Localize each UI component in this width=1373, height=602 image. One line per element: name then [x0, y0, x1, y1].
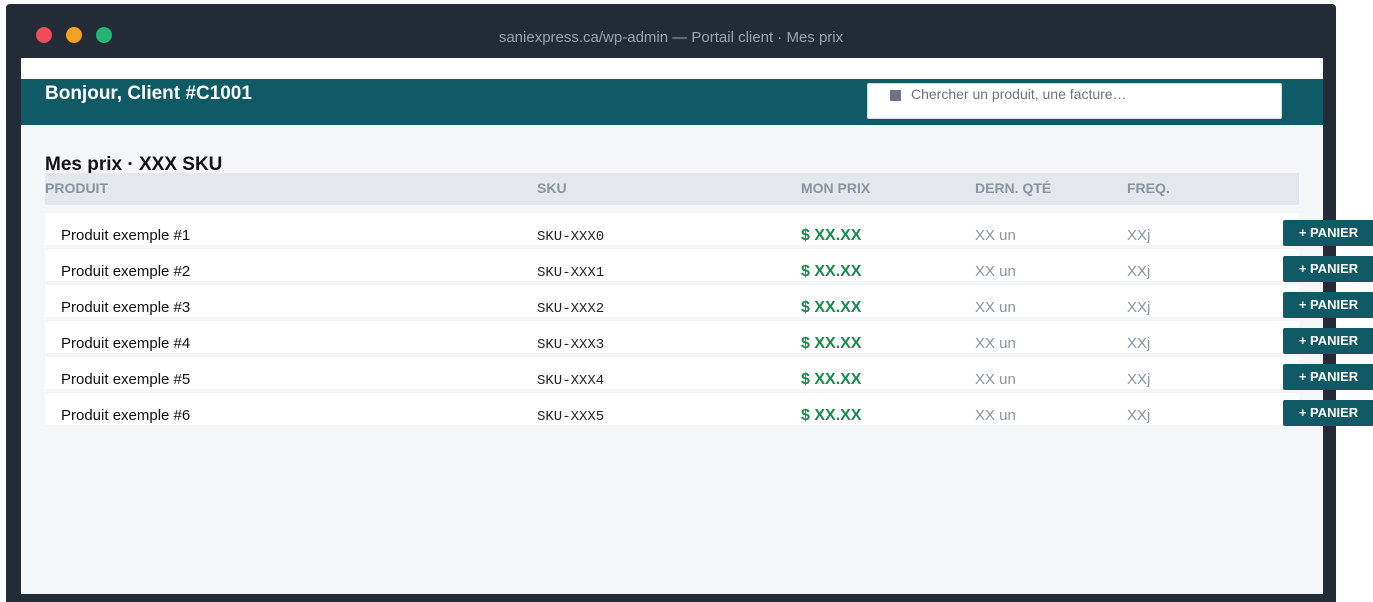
- search-input[interactable]: Chercher un produit, une facture…: [867, 83, 1282, 119]
- last-quantity: XX un: [975, 407, 1016, 424]
- product-sku: SKU-XXX1: [537, 265, 605, 281]
- product-sku: SKU-XXX5: [537, 409, 605, 425]
- add-to-cart-button[interactable]: + PANIER: [1283, 292, 1373, 318]
- last-quantity: XX un: [975, 371, 1016, 388]
- product-price: $ XX.XX: [801, 371, 862, 388]
- last-quantity: XX un: [975, 335, 1016, 352]
- add-to-cart-button[interactable]: + PANIER: [1283, 256, 1373, 282]
- product-price: $ XX.XX: [801, 407, 862, 424]
- product-name: Produit exemple #4: [61, 335, 191, 352]
- order-frequency: XXj: [1127, 407, 1151, 424]
- product-sku: SKU-XXX3: [537, 337, 605, 353]
- product-price: $ XX.XX: [801, 335, 862, 352]
- product-price: $ XX.XX: [801, 227, 862, 244]
- table-row: Produit exemple #2 SKU-XXX1 $ XX.XX XX u…: [45, 249, 1299, 281]
- search-icon: [890, 90, 901, 101]
- product-name: Produit exemple #6: [61, 407, 191, 424]
- window-title: saniexpress.ca/wp-admin — Portail client…: [498, 29, 844, 46]
- product-price: $ XX.XX: [801, 263, 862, 280]
- column-header-last-qty: DERN. QTÉ: [975, 180, 1052, 196]
- last-quantity: XX un: [975, 299, 1016, 316]
- product-name: Produit exemple #1: [61, 227, 191, 244]
- search-placeholder: Chercher un produit, une facture…: [911, 86, 1127, 102]
- table-row: Produit exemple #3 SKU-XXX2 $ XX.XX XX u…: [45, 285, 1299, 317]
- product-price: $ XX.XX: [801, 299, 862, 316]
- page-viewport: Bonjour, Client #C1001 Chercher un produ…: [21, 58, 1373, 594]
- order-frequency: XXj: [1127, 371, 1151, 388]
- product-sku: SKU-XXX4: [537, 373, 605, 389]
- last-quantity: XX un: [975, 263, 1016, 280]
- title-bar: saniexpress.ca/wp-admin — Portail client…: [6, 4, 1336, 62]
- add-to-cart-button[interactable]: + PANIER: [1283, 400, 1373, 426]
- product-name: Produit exemple #3: [61, 299, 191, 316]
- order-frequency: XXj: [1127, 227, 1151, 244]
- order-frequency: XXj: [1127, 335, 1151, 352]
- column-header-price: MON PRIX: [801, 180, 871, 196]
- product-name: Produit exemple #5: [61, 371, 191, 388]
- top-strip: [21, 58, 1323, 79]
- table-row: Produit exemple #1 SKU-XXX0 $ XX.XX XX u…: [45, 213, 1299, 245]
- order-frequency: XXj: [1127, 299, 1151, 316]
- table-row: Produit exemple #5 SKU-XXX4 $ XX.XX XX u…: [45, 357, 1299, 389]
- greeting-title: Bonjour, Client #C1001: [45, 83, 252, 104]
- add-to-cart-button[interactable]: + PANIER: [1283, 364, 1373, 390]
- table-header: PRODUIT SKU MON PRIX DERN. QTÉ FREQ.: [45, 173, 1299, 205]
- column-header-frequency: FREQ.: [1127, 180, 1170, 196]
- order-frequency: XXj: [1127, 263, 1151, 280]
- product-name: Produit exemple #2: [61, 263, 191, 280]
- add-to-cart-button[interactable]: + PANIER: [1283, 220, 1373, 246]
- add-to-cart-button[interactable]: + PANIER: [1283, 328, 1373, 354]
- product-sku: SKU-XXX0: [537, 229, 605, 245]
- browser-window: saniexpress.ca/wp-admin — Portail client…: [6, 4, 1373, 602]
- product-sku: SKU-XXX2: [537, 301, 605, 317]
- column-header-product: PRODUIT: [45, 180, 108, 196]
- table-row: Produit exemple #4 SKU-XXX3 $ XX.XX XX u…: [45, 321, 1299, 353]
- column-header-sku: SKU: [537, 180, 567, 196]
- table-row: Produit exemple #6 SKU-XXX5 $ XX.XX XX u…: [45, 393, 1299, 425]
- portal-header: Bonjour, Client #C1001 Chercher un produ…: [21, 79, 1323, 125]
- last-quantity: XX un: [975, 227, 1016, 244]
